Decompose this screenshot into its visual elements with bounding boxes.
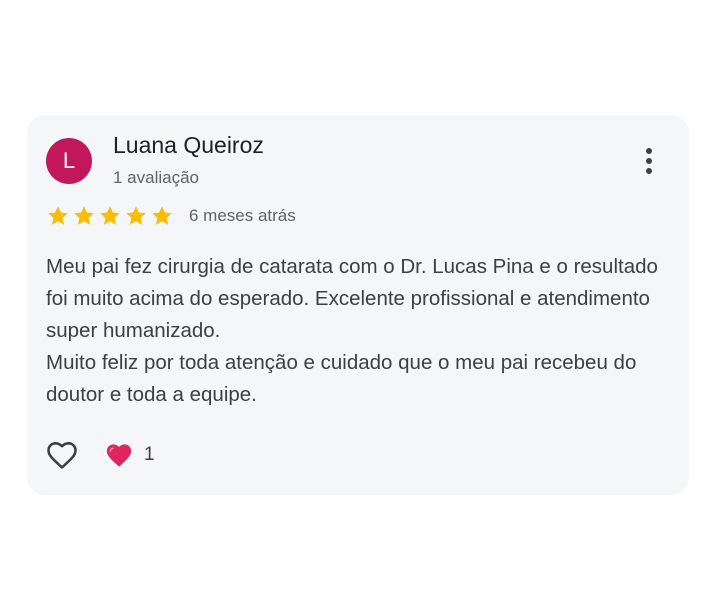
review-text: Meu pai fez cirurgia de catarata com o D… (46, 251, 676, 411)
reaction-count: 1 (144, 444, 155, 465)
star-icon (74, 206, 94, 225)
like-button[interactable] (44, 437, 80, 473)
author-review-count[interactable]: 1 avaliação (113, 168, 199, 188)
more-vertical-icon (646, 148, 652, 154)
star-icon (152, 206, 172, 225)
more-vertical-icon-dot (646, 158, 652, 164)
star-icon (48, 206, 68, 225)
reaction-summary[interactable]: 1 (104, 440, 155, 470)
star-icon (126, 206, 146, 225)
star-rating (46, 204, 174, 228)
star-icon (100, 206, 120, 225)
review-date: 6 meses atrás (189, 206, 296, 225)
review-paragraph: Meu pai fez cirurgia de catarata com o D… (46, 255, 658, 342)
review-paragraph: Muito feliz por toda atenção e cuidado q… (46, 351, 637, 406)
heart-outline-icon (47, 442, 77, 469)
avatar[interactable]: L (46, 138, 92, 184)
rating-row: 6 meses atrás (46, 203, 296, 229)
author-name[interactable]: Luana Queiroz (113, 132, 264, 159)
review-card: L Luana Queiroz 1 avaliação 6 meses atrá… (27, 115, 689, 495)
red-heart-icon (106, 444, 132, 467)
more-options-button[interactable] (633, 145, 665, 177)
more-vertical-icon-dot (646, 168, 652, 174)
